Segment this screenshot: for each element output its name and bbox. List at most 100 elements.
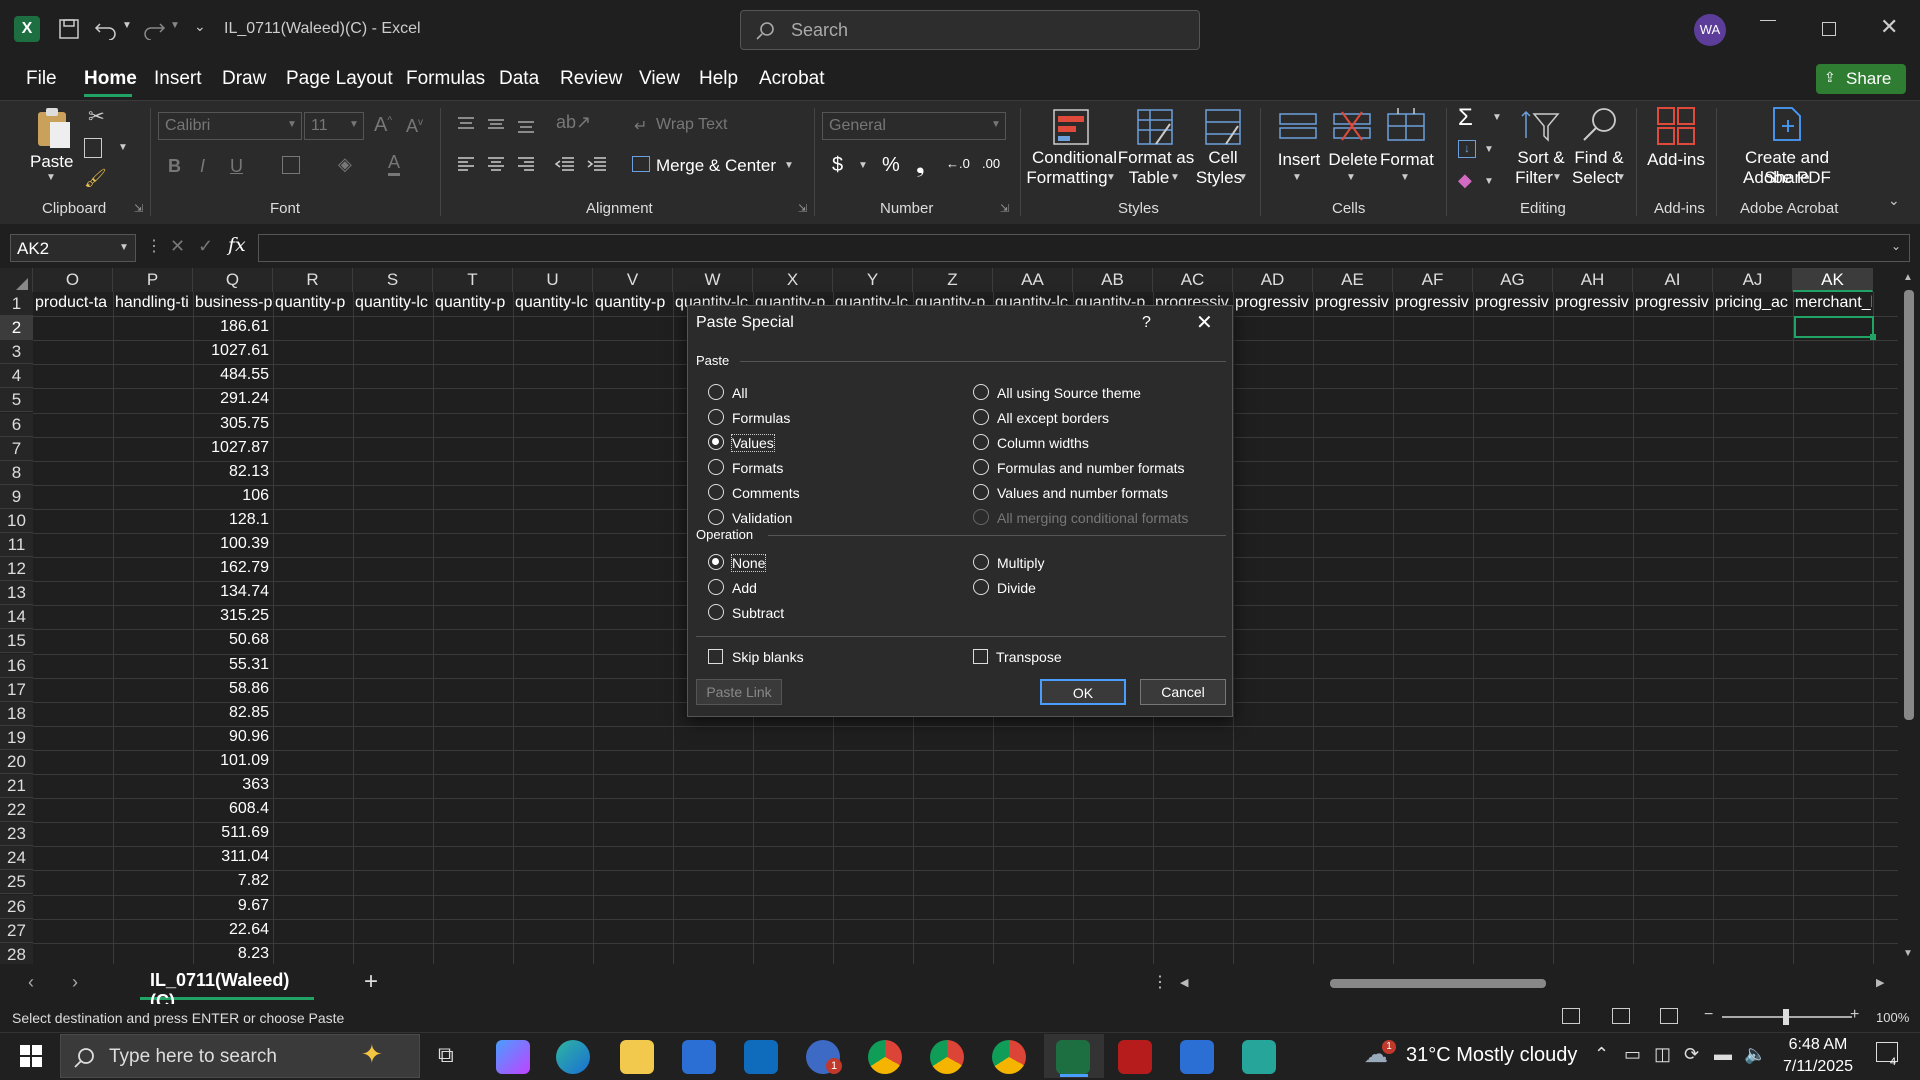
- font-size-select[interactable]: 11 ▼: [304, 112, 364, 140]
- store-icon[interactable]: [682, 1040, 716, 1074]
- column-header-ai[interactable]: AI: [1633, 268, 1713, 292]
- cell-q28[interactable]: 8.23: [195, 945, 269, 963]
- clipboard-launcher-icon[interactable]: ⇲: [134, 202, 143, 215]
- format-cells-icon[interactable]: [1386, 106, 1426, 144]
- weather-text[interactable]: 31°C Mostly cloudy: [1406, 1044, 1577, 1067]
- outlook-icon[interactable]: [744, 1040, 778, 1074]
- cell-q7[interactable]: 1027.87: [195, 439, 269, 457]
- column-header-x[interactable]: X: [753, 268, 833, 292]
- show-hidden-icons[interactable]: ⌃: [1594, 1044, 1609, 1065]
- cell-q8[interactable]: 82.13: [195, 463, 269, 481]
- create-pdf-label-2[interactable]: Adobe PDF: [1720, 168, 1854, 188]
- format-cells-label[interactable]: Format: [1380, 150, 1434, 170]
- underline-icon[interactable]: U: [230, 156, 243, 177]
- values-and-number-formats-label[interactable]: Values and number formats: [997, 485, 1168, 501]
- divide-radio[interactable]: [973, 579, 989, 595]
- column-header-ak[interactable]: AK: [1793, 268, 1873, 292]
- cell-q4[interactable]: 484.55: [195, 366, 269, 384]
- cell-styles-label-2[interactable]: Styles: [1194, 168, 1244, 188]
- header-cell-p[interactable]: handling-ti: [115, 294, 192, 312]
- paste-dropdown-icon[interactable]: ▼: [46, 172, 56, 183]
- minimize-icon[interactable]: [1760, 20, 1776, 21]
- insert-cells-label[interactable]: Insert: [1276, 150, 1322, 170]
- header-cell-aj[interactable]: pricing_ac: [1715, 294, 1792, 312]
- zoom-level[interactable]: 100%: [1876, 1010, 1909, 1025]
- insert-function-icon[interactable]: fx: [228, 234, 246, 256]
- comma-icon[interactable]: ❟: [916, 152, 925, 178]
- cell-q11[interactable]: 100.39: [195, 535, 269, 553]
- add-ins-icon[interactable]: [1656, 106, 1696, 146]
- redo-dropdown-icon[interactable]: ▼: [170, 20, 180, 31]
- ok-button[interactable]: OK: [1040, 679, 1126, 705]
- column-header-ah[interactable]: AH: [1553, 268, 1633, 292]
- save-icon[interactable]: [58, 18, 80, 40]
- align-middle-icon[interactable]: [486, 116, 506, 132]
- increase-font-icon[interactable]: A^: [374, 114, 392, 137]
- sheet-tab-active[interactable]: IL_0711(Waleed)(C): [140, 964, 314, 1011]
- conditional-formatting-icon[interactable]: [1052, 108, 1090, 146]
- row-header-10[interactable]: 10: [0, 508, 33, 533]
- vpn-app-icon[interactable]: [1242, 1040, 1276, 1074]
- skip-blanks-label[interactable]: Skip blanks: [732, 649, 804, 665]
- cell-q15[interactable]: 50.68: [195, 631, 269, 649]
- validation-radio[interactable]: [708, 509, 724, 525]
- align-bottom-icon[interactable]: [516, 118, 536, 134]
- merge-dropdown-icon[interactable]: ▼: [784, 160, 794, 171]
- cut-icon[interactable]: ✂: [88, 104, 105, 129]
- menu-view[interactable]: View: [639, 68, 680, 90]
- edge-icon[interactable]: [556, 1040, 590, 1074]
- align-left-icon[interactable]: [456, 156, 476, 172]
- cell-q3[interactable]: 1027.61: [195, 342, 269, 360]
- scroll-down-icon[interactable]: ▼: [1903, 948, 1913, 959]
- merge-center-button[interactable]: Merge & Center: [656, 156, 776, 176]
- excel-taskbar-icon[interactable]: [1056, 1040, 1090, 1074]
- cell-styles-icon[interactable]: [1204, 108, 1242, 146]
- italic-icon[interactable]: I: [200, 156, 205, 177]
- fill-handle[interactable]: [1870, 334, 1876, 340]
- formula-input[interactable]: ⌄: [258, 234, 1910, 262]
- column-header-q[interactable]: Q: [193, 268, 273, 292]
- row-header-14[interactable]: 14: [0, 605, 33, 630]
- cell-styles-label[interactable]: Cell: [1204, 148, 1242, 168]
- formats-label[interactable]: Formats: [732, 460, 783, 476]
- wrap-text-icon[interactable]: ↵: [634, 116, 647, 136]
- format-as-table-label[interactable]: Format as: [1116, 148, 1196, 168]
- file-explorer-icon[interactable]: [620, 1040, 654, 1074]
- cell-q16[interactable]: 55.31: [195, 656, 269, 674]
- formulas-and-number-formats-label[interactable]: Formulas and number formats: [997, 460, 1185, 476]
- delete-cells-label[interactable]: Delete: [1328, 150, 1378, 170]
- find-select-icon[interactable]: [1580, 106, 1620, 144]
- page-layout-view-icon[interactable]: [1612, 1008, 1630, 1024]
- comments-radio[interactable]: [708, 484, 724, 500]
- copilot-app-icon[interactable]: [496, 1040, 530, 1074]
- cell-q9[interactable]: 106: [195, 487, 269, 505]
- row-header-23[interactable]: 23: [0, 822, 33, 847]
- menu-help[interactable]: Help: [699, 68, 738, 90]
- row-header-25[interactable]: 25: [0, 870, 33, 895]
- restore-icon[interactable]: [1822, 22, 1836, 36]
- multiply-label[interactable]: Multiply: [997, 555, 1044, 571]
- cell-q25[interactable]: 7.82: [195, 872, 269, 890]
- cell-q21[interactable]: 363: [195, 776, 269, 794]
- row-header-2[interactable]: 2: [0, 316, 33, 341]
- cell-q10[interactable]: 128.1: [195, 511, 269, 529]
- taskbar-search[interactable]: Type here to search ✦: [60, 1034, 420, 1078]
- row-header-12[interactable]: 12: [0, 557, 33, 582]
- header-cell-o[interactable]: product-ta: [35, 294, 112, 312]
- customize-qat-icon[interactable]: ⌄: [194, 18, 206, 35]
- row-header-22[interactable]: 22: [0, 798, 33, 823]
- battery-icon[interactable]: ▬: [1714, 1044, 1732, 1065]
- avatar[interactable]: WA: [1694, 14, 1726, 46]
- chrome-icon[interactable]: [868, 1040, 902, 1074]
- formulas-and-number-formats-radio[interactable]: [973, 459, 989, 475]
- values-radio[interactable]: [708, 434, 724, 450]
- menu-page-layout[interactable]: Page Layout: [286, 68, 393, 90]
- alignment-launcher-icon[interactable]: ⇲: [798, 202, 807, 215]
- row-header-24[interactable]: 24: [0, 846, 33, 871]
- comments-label[interactable]: Comments: [732, 485, 800, 501]
- volume-icon[interactable]: 🔈: [1744, 1044, 1766, 1065]
- paste-link-button[interactable]: Paste Link: [696, 679, 782, 705]
- decrease-decimal-icon[interactable]: .00: [982, 156, 1000, 171]
- vertical-scroll-thumb[interactable]: [1904, 290, 1914, 720]
- selected-cell-ak2[interactable]: [1794, 316, 1874, 338]
